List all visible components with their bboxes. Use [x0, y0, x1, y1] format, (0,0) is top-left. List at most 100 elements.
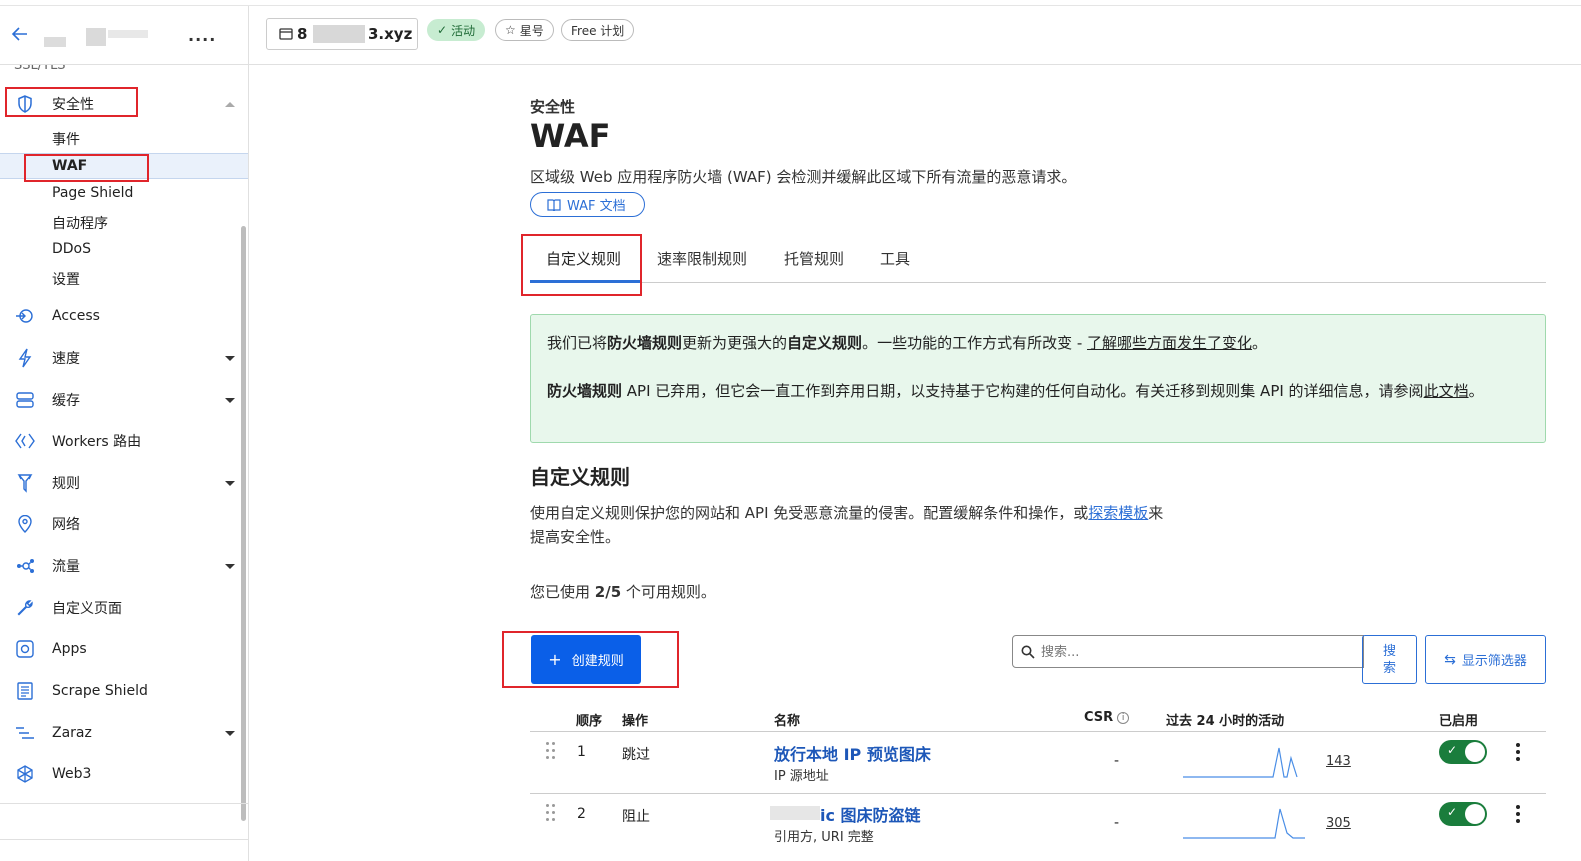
- sidebar-scrollbar[interactable]: [241, 226, 246, 821]
- sidebar-subitem-events[interactable]: 事件: [0, 125, 248, 151]
- chevron-down-icon: [225, 563, 235, 569]
- rule-enabled-toggle[interactable]: ✓: [1439, 802, 1487, 826]
- usage-text: 个可用规则。: [621, 583, 716, 601]
- sidebar-item-label: Workers 路由: [52, 434, 142, 450]
- migration-notice: 我们已将防火墙规则更新为更强大的自定义规则。一些功能的工作方式有所改变 - 了解…: [530, 314, 1546, 443]
- column-header-name: 名称: [774, 714, 801, 729]
- section-description-text: 使用自定义规则保护您的网站和 API 免受恶意流量的侵害。配置缓解条件和操作，或: [530, 504, 1089, 522]
- sidebar-item-workers[interactable]: Workers 路由: [0, 423, 240, 459]
- sidebar-item-network[interactable]: 网络: [0, 506, 240, 542]
- rule-fields: 引用方, URI 完整: [774, 830, 874, 845]
- learn-changes-link[interactable]: 了解哪些方面发生了变化: [1087, 334, 1252, 352]
- rule-order: 1: [577, 744, 586, 760]
- section-title: 自定义规则: [530, 465, 630, 489]
- sidebar-item-label: Access: [52, 308, 100, 324]
- drag-handle-icon[interactable]: [546, 804, 556, 824]
- sidebar-item-zaraz[interactable]: Zaraz: [0, 715, 240, 751]
- activity-count-link[interactable]: 143: [1326, 754, 1351, 769]
- sidebar-item-label: 缓存: [52, 393, 80, 409]
- sidebar-subitem-page-shield[interactable]: Page Shield: [0, 181, 248, 207]
- tab-tools[interactable]: 工具: [880, 248, 910, 269]
- row-menu-icon[interactable]: [1515, 743, 1521, 763]
- rule-name-link[interactable]: ic 图床防盗链: [820, 802, 921, 826]
- sidebar-item-custom-pages[interactable]: 自定义页面: [0, 590, 240, 626]
- notice-text: API 已弃用，但它会一直工作到弃用日期，以支持基于它构建的任何自动化。有关迁移…: [622, 382, 1424, 400]
- create-rule-button[interactable]: + 创建规则: [531, 635, 641, 684]
- chevron-up-icon: [225, 101, 235, 107]
- access-icon: [14, 305, 36, 327]
- lightning-icon: [14, 347, 36, 369]
- star-label: 星号: [519, 23, 544, 38]
- sidebar-item-rules[interactable]: 规则: [0, 465, 240, 501]
- cache-icon: [14, 389, 36, 411]
- shield-icon: [14, 93, 36, 115]
- tab-managed-rules[interactable]: 托管规则: [784, 248, 844, 269]
- info-icon[interactable]: i: [1117, 712, 1130, 724]
- sidebar-item-label: 网络: [52, 517, 80, 533]
- tab-custom-rules[interactable]: 自定义规则: [546, 248, 621, 269]
- sidebar-item-access[interactable]: Access: [0, 298, 240, 334]
- plus-icon: +: [548, 650, 562, 669]
- swap-arrows-icon: ⇆: [1444, 651, 1456, 668]
- sidebar-subitem-ddos[interactable]: DDoS: [0, 237, 248, 263]
- chevron-down-icon: [225, 397, 235, 403]
- sidebar-subitem-settings[interactable]: 设置: [0, 265, 248, 291]
- table-header-divider: [530, 731, 1546, 732]
- column-header-order: 顺序: [576, 714, 603, 729]
- sidebar-item-web3[interactable]: Web3: [0, 756, 240, 792]
- check-icon: ✓: [1447, 743, 1458, 757]
- sidebar-subitem-waf[interactable]: WAF: [0, 153, 248, 179]
- sidebar-subitem-bots[interactable]: 自动程序: [0, 209, 248, 235]
- show-filters-label: 显示筛选器: [1461, 654, 1527, 669]
- domain-name-redacted: [313, 25, 365, 43]
- rule-name-redacted: [770, 806, 820, 820]
- rule-name-link[interactable]: 放行本地 IP 预览图床: [774, 741, 931, 765]
- rule-enabled-toggle[interactable]: ✓: [1439, 740, 1487, 764]
- search-field[interactable]: [1012, 635, 1364, 668]
- drag-handle-icon[interactable]: [546, 742, 556, 762]
- this-document-link[interactable]: 此文档: [1424, 382, 1469, 400]
- column-header-activity: 过去 24 小时的活动: [1166, 714, 1285, 729]
- sidebar-item-label: 速度: [52, 351, 80, 367]
- plan-badge[interactable]: Free 计划: [561, 19, 635, 41]
- column-header-csr: CSR i: [1084, 710, 1130, 725]
- back-arrow-icon[interactable]: [10, 24, 30, 44]
- sidebar-item-traffic[interactable]: 流量: [0, 548, 240, 584]
- notice-text: 更新为更强大的: [682, 334, 788, 352]
- toggle-knob: [1465, 742, 1485, 762]
- row-menu-icon[interactable]: [1515, 805, 1521, 825]
- sidebar-item-apps[interactable]: Apps: [0, 631, 240, 667]
- domain-selector[interactable]: 8 3.xyz: [266, 18, 418, 50]
- sidebar-item-cache[interactable]: 缓存: [0, 382, 240, 418]
- tab-bar: 自定义规则 速率限制规则 托管规则 工具: [530, 236, 1546, 283]
- web3-icon: [14, 763, 36, 785]
- sidebar-item-label: Web3: [52, 766, 92, 782]
- status-badge: ✓ 活动: [427, 19, 486, 41]
- show-filters-button[interactable]: ⇆ 显示筛选器: [1425, 635, 1546, 684]
- more-icon[interactable]: ....: [188, 26, 216, 45]
- explore-templates-link[interactable]: 探索模板: [1088, 504, 1148, 522]
- sidebar: .... SSL/TLS 安全性 事件 WAF Page Shield 自动程序…: [0, 6, 249, 861]
- search-input[interactable]: [1041, 641, 1341, 663]
- sidebar-header: ....: [0, 6, 248, 65]
- sidebar-item-security[interactable]: 安全性: [0, 86, 240, 122]
- sidebar-item-speed[interactable]: 速度: [0, 340, 240, 376]
- tab-rate-limiting-rules[interactable]: 速率限制规则: [657, 248, 747, 269]
- rule-action: 阻止: [622, 809, 650, 825]
- notice-text: 。: [1252, 334, 1268, 352]
- rule-csr: -: [1114, 753, 1120, 769]
- notice-text: 。: [1468, 382, 1484, 400]
- search-button[interactable]: 搜索: [1362, 635, 1417, 684]
- activity-count-link[interactable]: 305: [1326, 816, 1351, 831]
- document-icon: [14, 680, 36, 702]
- sidebar-item-scrape-shield[interactable]: Scrape Shield: [0, 673, 240, 709]
- rule-order: 2: [577, 806, 586, 822]
- star-button[interactable]: ☆ 星号: [495, 19, 554, 41]
- rule-csr: -: [1114, 815, 1120, 831]
- plan-label: Free 计划: [571, 23, 625, 38]
- waf-docs-button[interactable]: WAF 文档: [530, 192, 645, 217]
- toggle-knob: [1465, 804, 1485, 824]
- sidebar-subitem-label: WAF: [52, 158, 88, 174]
- sidebar-subitem-label: 自动程序: [52, 216, 108, 232]
- domain-name-suffix: 3.xyz: [368, 25, 413, 43]
